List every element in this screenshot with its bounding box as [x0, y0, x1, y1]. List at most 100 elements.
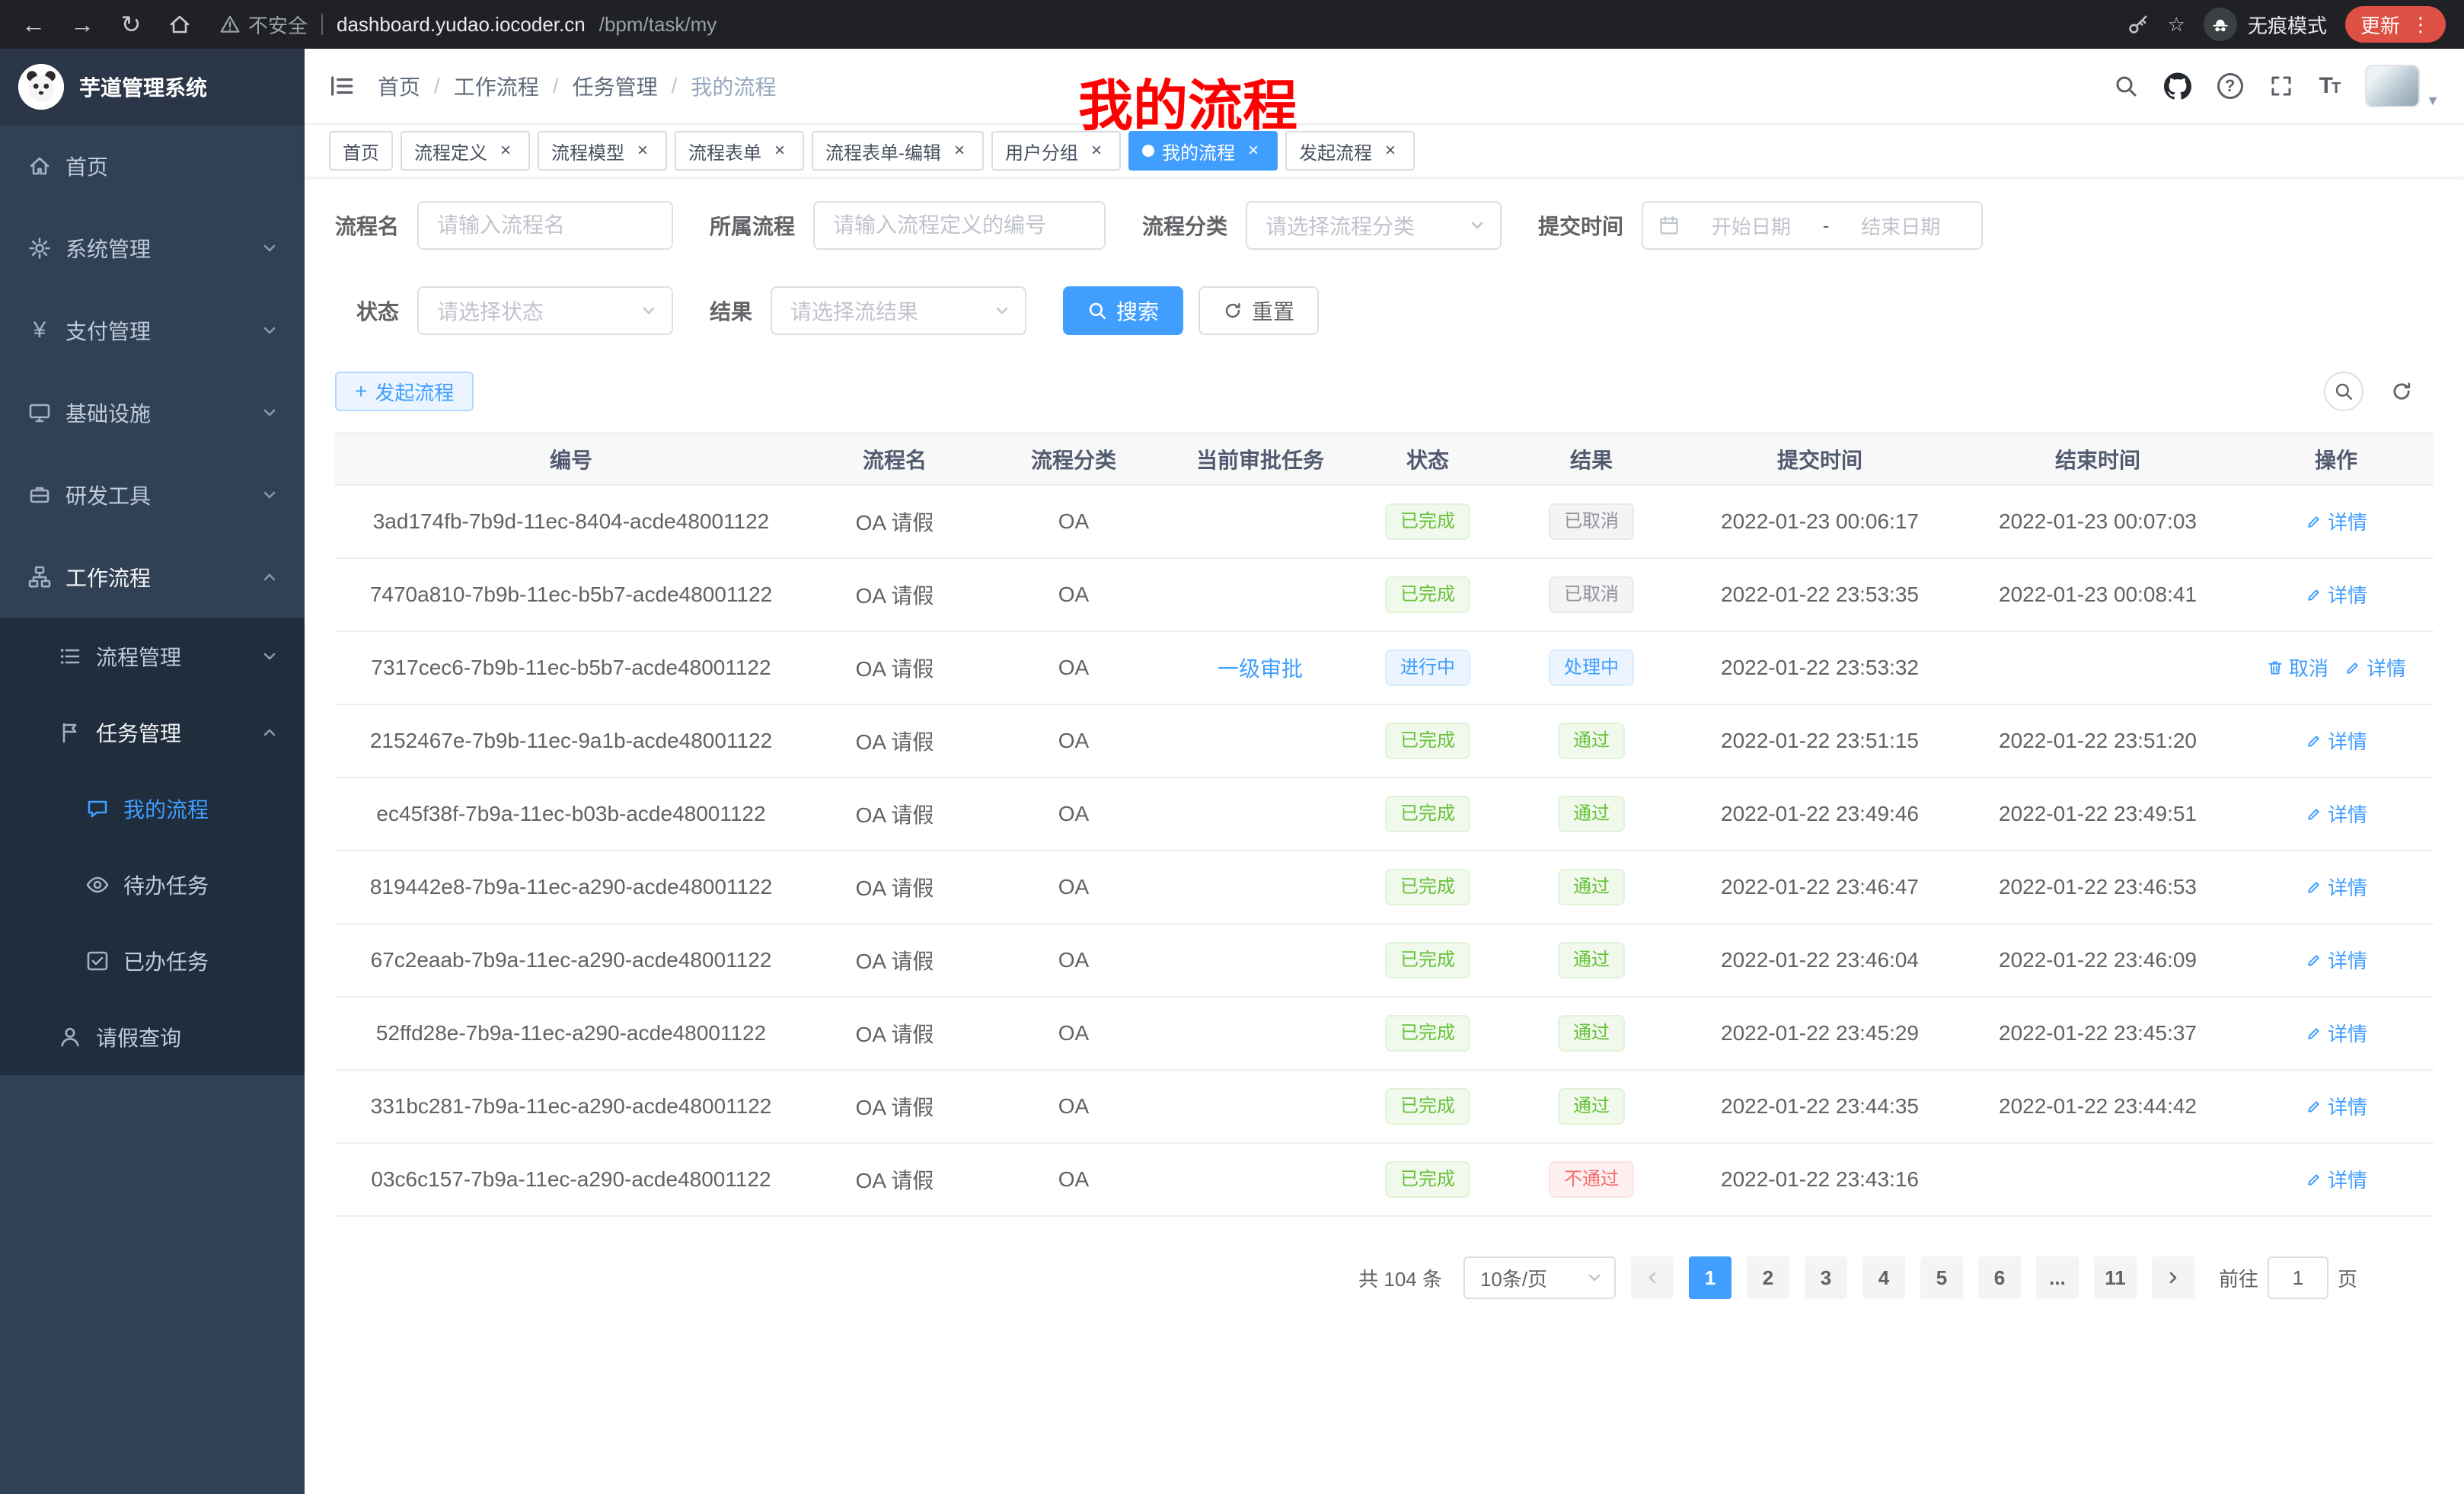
process-category: OA [982, 704, 1165, 777]
user-avatar[interactable] [2365, 65, 2420, 107]
result-badge: 处理中 [1549, 650, 1634, 686]
sidebar-item-workflow[interactable]: 工作流程 [0, 536, 305, 618]
page-button[interactable]: 6 [1978, 1256, 2021, 1299]
close-icon[interactable]: × [495, 140, 516, 161]
page-button[interactable]: 4 [1862, 1256, 1905, 1299]
bookmark-star-icon[interactable]: ☆ [2168, 13, 2185, 37]
password-key-icon[interactable] [2127, 13, 2150, 36]
tab-home[interactable]: 首页 [329, 131, 393, 171]
cancel-link[interactable]: 取消 [2266, 653, 2328, 682]
detail-link[interactable]: 详情 [2344, 653, 2406, 682]
user-menu[interactable]: ▼ [2365, 65, 2440, 107]
browser-forward-icon[interactable]: → [67, 9, 97, 40]
header-search-icon[interactable] [2114, 74, 2138, 98]
status-badge: 已完成 [1385, 1161, 1470, 1198]
page-button[interactable]: 5 [1920, 1256, 1963, 1299]
chevron-down-icon [994, 303, 1010, 318]
browser-reload-icon[interactable]: ↻ [116, 9, 146, 40]
search-toggle-button[interactable] [2324, 372, 2363, 411]
browser-home-icon[interactable] [164, 9, 195, 40]
close-icon[interactable]: × [769, 140, 790, 161]
page-button[interactable]: 3 [1805, 1256, 1847, 1299]
result-select[interactable]: 请选择流结果 [771, 286, 1026, 335]
close-icon[interactable]: × [632, 140, 653, 161]
end-date-placeholder[interactable]: 结束日期 [1835, 212, 1966, 240]
page: ← → ↻ 不安全 dashboard.yudao.iocoder.cn/bpm… [0, 0, 2464, 1494]
result-badge: 不通过 [1549, 1161, 1634, 1198]
sidebar-item-my-process[interactable]: 我的流程 [0, 771, 305, 847]
more-pages-button[interactable]: ... [2036, 1256, 2079, 1299]
chat-bubble-icon [85, 796, 110, 821]
category-select[interactable]: 请选择流程分类 [1246, 201, 1502, 250]
prev-page-button[interactable] [1631, 1256, 1674, 1299]
col-category: 流程分类 [982, 433, 1165, 485]
sidebar-item-dev-tools[interactable]: 研发工具 [0, 454, 305, 536]
sidebar-item-leave-query[interactable]: 请假查询 [0, 999, 305, 1075]
breadcrumb-item-home[interactable]: 首页 [378, 71, 420, 101]
date-range-picker[interactable]: 开始日期 - 结束日期 [1642, 201, 1983, 250]
process-name: OA 请假 [807, 558, 982, 631]
breadcrumb-item-task-management[interactable]: 任务管理 [573, 71, 658, 101]
close-icon[interactable]: × [1086, 140, 1107, 161]
start-date-placeholder[interactable]: 开始日期 [1686, 212, 1817, 240]
detail-link[interactable]: 详情 [2305, 726, 2367, 755]
sidebar-item-system[interactable]: 系统管理 [0, 207, 305, 289]
detail-link[interactable]: 详情 [2305, 1092, 2367, 1120]
process-category: OA [982, 997, 1165, 1070]
detail-link[interactable]: 详情 [2305, 507, 2367, 535]
page-size-select[interactable]: 10条/页 [1463, 1256, 1616, 1299]
fullscreen-icon[interactable] [2269, 74, 2293, 98]
status-select[interactable]: 请选择状态 [417, 286, 673, 335]
reset-button[interactable]: 重置 [1198, 286, 1319, 335]
detail-link[interactable]: 详情 [2305, 1165, 2367, 1193]
tab-my-process[interactable]: 我的流程× [1128, 131, 1278, 171]
tab-start-process[interactable]: 发起流程× [1285, 131, 1415, 171]
process-name-input[interactable] [417, 201, 673, 250]
address-bar[interactable]: 不安全 dashboard.yudao.iocoder.cn/bpm/task/… [219, 11, 717, 39]
close-icon[interactable]: × [949, 140, 970, 161]
process-definition-input[interactable] [813, 201, 1106, 250]
detail-link[interactable]: 详情 [2305, 800, 2367, 828]
detail-link[interactable]: 详情 [2305, 1019, 2367, 1047]
current-task-link[interactable]: 一级审批 [1218, 657, 1303, 681]
font-size-icon[interactable]: TT [2319, 73, 2340, 99]
tab-process-form[interactable]: 流程表单× [675, 131, 804, 171]
sidebar-item-done-tasks[interactable]: 已办任务 [0, 923, 305, 999]
browser-update-button[interactable]: 更新 ⋮ [2345, 6, 2446, 43]
table-row: 331bc281-7b9a-11ec-a290-acde48001122 OA … [335, 1070, 2434, 1143]
sidebar-item-todo-tasks[interactable]: 待办任务 [0, 847, 305, 923]
result-badge: 通过 [1558, 723, 1625, 759]
detail-link[interactable]: 详情 [2305, 946, 2367, 974]
tab-user-group[interactable]: 用户分组× [991, 131, 1121, 171]
table-row: 3ad174fb-7b9d-11ec-8404-acde48001122 OA … [335, 485, 2434, 558]
tab-process-form-edit[interactable]: 流程表单-编辑× [812, 131, 984, 171]
detail-link[interactable]: 详情 [2305, 873, 2367, 901]
search-button[interactable]: 搜索 [1063, 286, 1183, 335]
goto-page-input[interactable] [2268, 1256, 2328, 1299]
detail-link[interactable]: 详情 [2305, 580, 2367, 608]
sidebar-toggle-icon[interactable] [329, 73, 355, 99]
sidebar-item-payment[interactable]: ¥ 支付管理 [0, 289, 305, 372]
github-icon[interactable] [2164, 72, 2191, 100]
sidebar-item-infrastructure[interactable]: 基础设施 [0, 372, 305, 454]
breadcrumb-item-workflow[interactable]: 工作流程 [454, 71, 539, 101]
sidebar-item-task-management[interactable]: 任务管理 [0, 694, 305, 771]
browser-chrome: ← → ↻ 不安全 dashboard.yudao.iocoder.cn/bpm… [0, 0, 2464, 49]
close-icon[interactable]: × [1380, 140, 1401, 161]
next-page-button[interactable] [2152, 1256, 2194, 1299]
close-icon[interactable]: × [1243, 140, 1264, 161]
browser-back-icon[interactable]: ← [18, 9, 49, 40]
tab-process-definition[interactable]: 流程定义× [401, 131, 530, 171]
tab-process-model[interactable]: 流程模型× [538, 131, 667, 171]
sidebar-item-process-management[interactable]: 流程管理 [0, 618, 305, 694]
page-button[interactable]: 11 [2094, 1256, 2137, 1299]
help-icon[interactable]: ? [2217, 73, 2243, 99]
sidebar-item-home[interactable]: 首页 [0, 125, 305, 207]
create-process-button[interactable]: + 发起流程 [335, 372, 474, 411]
browser-menu-icon[interactable]: ⋮ [2411, 13, 2430, 37]
refresh-table-button[interactable] [2382, 372, 2421, 411]
page-button[interactable]: 1 [1689, 1256, 1732, 1299]
page-button[interactable]: 2 [1747, 1256, 1789, 1299]
security-indicator[interactable]: 不安全 [219, 11, 308, 39]
incognito-indicator[interactable]: 无痕模式 [2204, 8, 2327, 41]
